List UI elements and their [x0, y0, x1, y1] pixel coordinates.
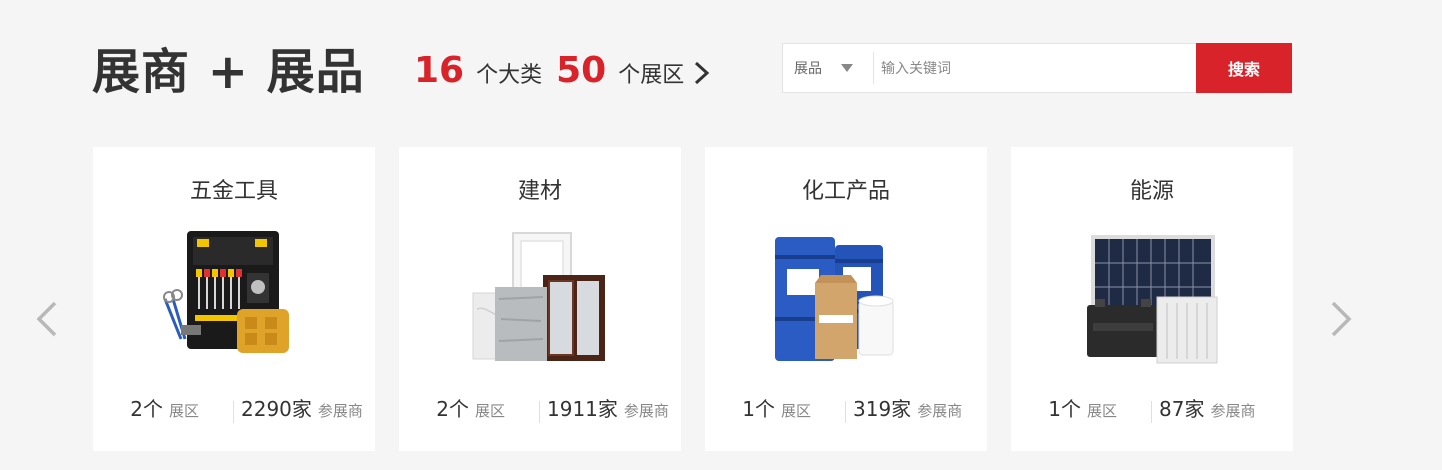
zone-label: 展区 [474, 402, 505, 420]
footer-divider [539, 401, 540, 423]
toolbox-icon [163, 231, 289, 353]
exhibitor-label: 参展商 [917, 402, 963, 420]
caret-down-icon [841, 64, 853, 72]
category-count: 16 [414, 50, 465, 91]
zone-count: 2个 [130, 397, 163, 421]
category-title: 化工产品 [801, 179, 890, 204]
category-count-unit: 个大类 [476, 63, 543, 88]
category-card[interactable]: 化工产品 1个 展区 319家 参展商 [705, 147, 987, 451]
search-input[interactable] [879, 48, 1193, 90]
footer-divider [1151, 401, 1152, 423]
zone-info: 2个 展区 [436, 393, 505, 429]
chemical-barrels-icon [775, 237, 894, 361]
building-materials-icon [472, 232, 605, 361]
exhibitor-count: 319家 [853, 397, 912, 421]
search-divider [873, 52, 874, 84]
category-stats-footer: 2个 展区 1911家 参展商 [399, 393, 681, 429]
zone-label: 展区 [168, 402, 199, 420]
zone-info: 1个 展区 [742, 393, 811, 429]
zone-count: 50 [556, 50, 607, 91]
exhibitor-label: 参展商 [317, 402, 363, 420]
chevron-left-icon[interactable] [34, 300, 60, 338]
exhibitor-info: 319家 参展商 [853, 393, 962, 429]
zone-count: 2个 [436, 397, 469, 421]
zone-label: 展区 [1086, 402, 1117, 420]
exhibitor-count: 2290家 [241, 397, 312, 421]
zone-count-unit: 个展区 [618, 63, 685, 88]
exhibitor-info: 1911家 参展商 [547, 393, 669, 429]
exhibitor-label: 参展商 [1210, 402, 1256, 420]
zone-info: 1个 展区 [1048, 393, 1117, 429]
exhibitor-label: 参展商 [623, 402, 669, 420]
exhibitor-info: 87家 参展商 [1159, 393, 1255, 429]
footer-divider [233, 401, 234, 423]
category-card[interactable]: 建材 2个 展区 1911家 参展商 [399, 147, 681, 451]
category-title: 建材 [517, 179, 562, 204]
zone-count: 1个 [1048, 397, 1081, 421]
category-stats-footer: 1个 展区 87家 参展商 [1011, 393, 1293, 429]
chevron-right-nav-icon[interactable] [1328, 300, 1354, 338]
exhibitor-info: 2290家 参展商 [241, 393, 363, 429]
search-bar: 展品 搜索 [782, 43, 1292, 93]
category-card[interactable]: 能源 1个 展区 87家 参展商 [1011, 147, 1293, 451]
category-title: 能源 [1129, 179, 1174, 204]
category-card[interactable]: 五金工具 2个 展区 2290家 参展商 [93, 147, 375, 451]
section-header: 展商 + 展品 16 个大类 50 个展区 展品 搜索 [0, 0, 1442, 130]
category-stats-footer: 1个 展区 319家 参展商 [705, 393, 987, 429]
search-type-value: 展品 [794, 61, 822, 77]
zone-label: 展区 [780, 402, 811, 420]
zone-count: 1个 [742, 397, 775, 421]
category-carousel: 五金工具 2个 展区 2290家 参展商 建材 2个 展区 1911家 参展商 … [93, 147, 1293, 451]
exhibitor-count: 87家 [1159, 397, 1205, 421]
zone-info: 2个 展区 [130, 393, 199, 429]
search-type-select[interactable]: 展品 [783, 44, 873, 92]
category-title: 五金工具 [189, 179, 278, 204]
solar-battery-icon [1087, 235, 1218, 364]
exhibitor-count: 1911家 [547, 397, 618, 421]
chevron-right-icon[interactable] [690, 58, 714, 88]
category-stats-footer: 2个 展区 2290家 参展商 [93, 393, 375, 429]
footer-divider [845, 401, 846, 423]
search-button[interactable]: 搜索 [1196, 43, 1292, 93]
page-title: 展商 + 展品 [92, 44, 365, 100]
category-stats[interactable]: 16 个大类 50 个展区 [414, 48, 698, 98]
